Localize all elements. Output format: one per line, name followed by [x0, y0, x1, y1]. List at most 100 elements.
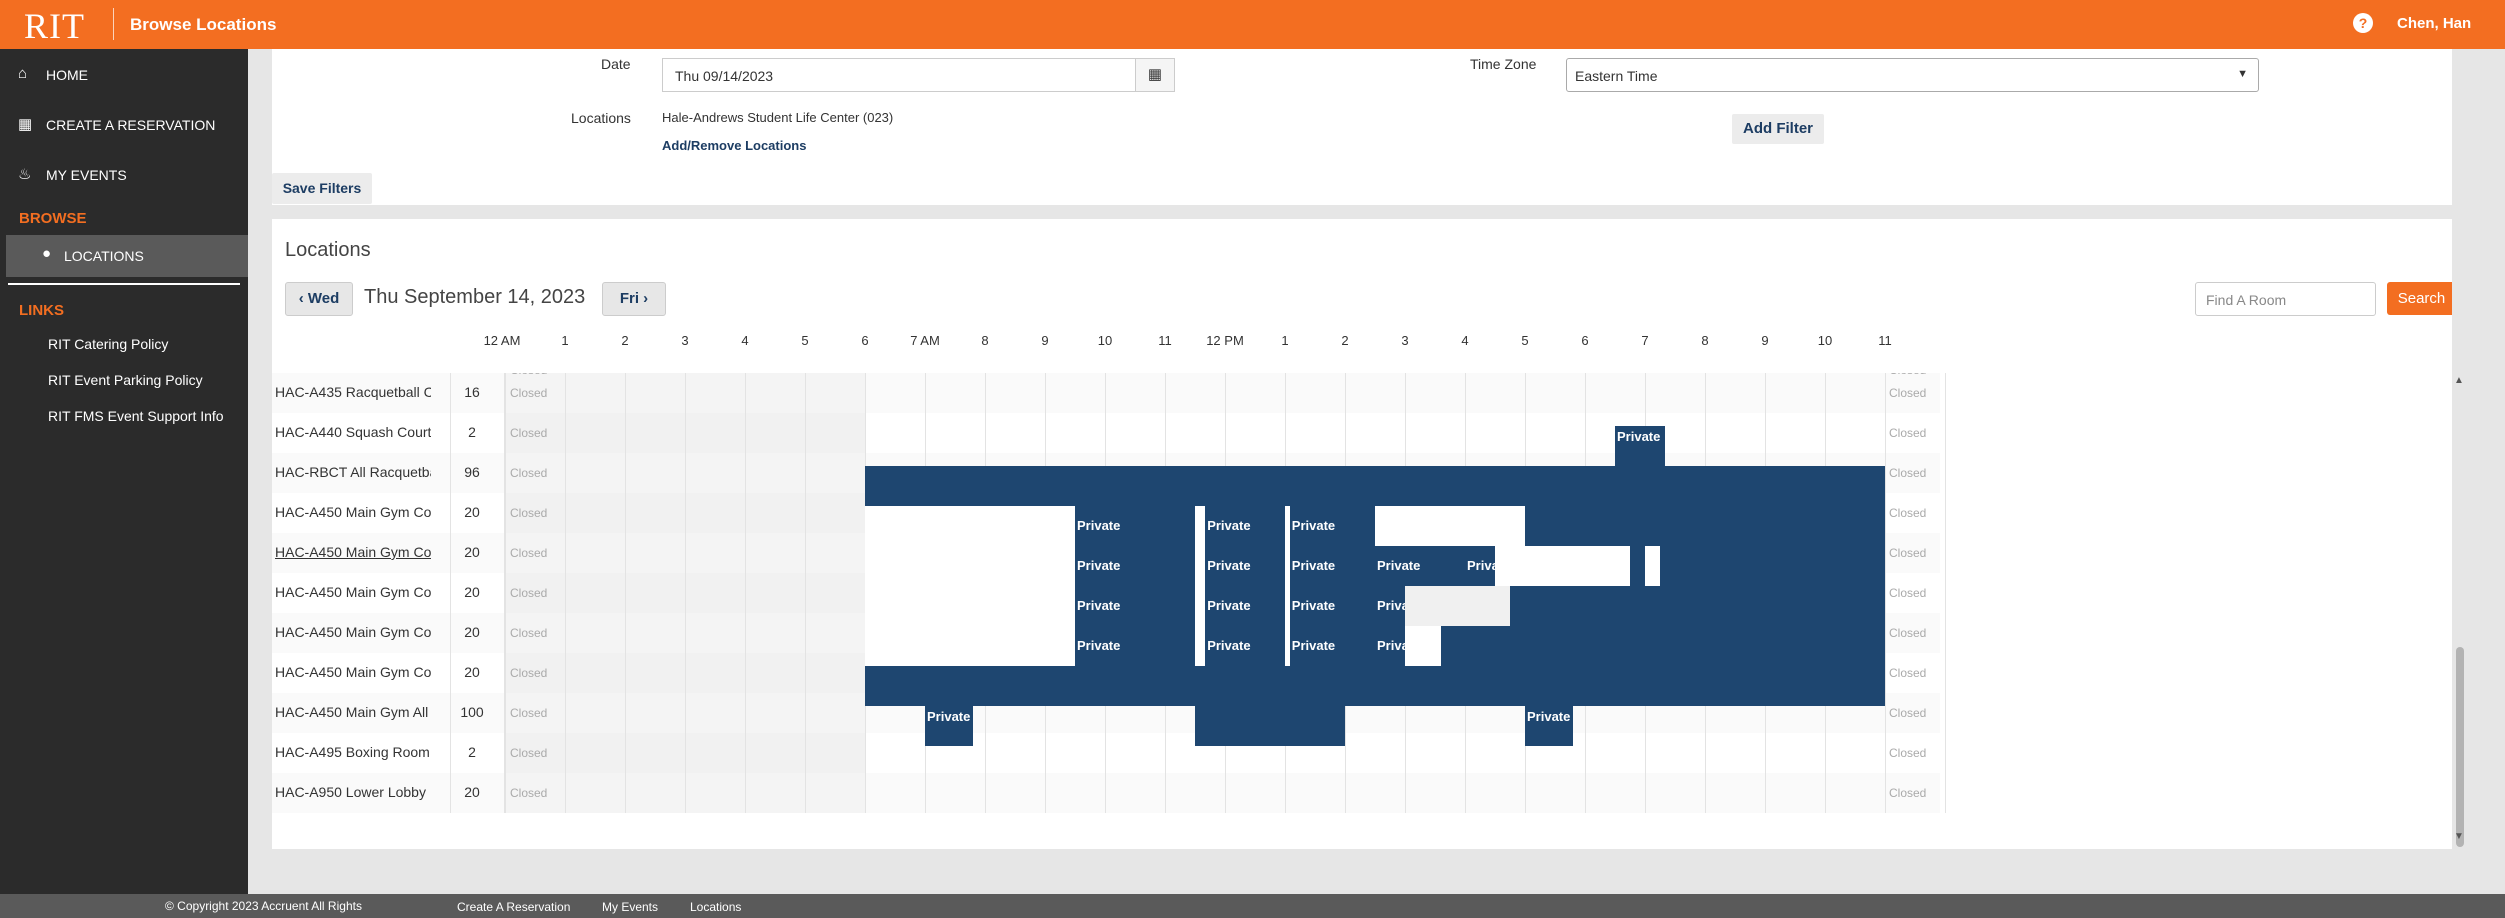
closed-label: Closed: [510, 386, 548, 400]
room-name[interactable]: HAC-A440 Squash Court: [275, 424, 431, 440]
nav-locations[interactable]: ● LOCATIONS: [6, 235, 248, 277]
free-slot[interactable]: [1285, 546, 1290, 586]
nav-home[interactable]: ⌂ HOME: [0, 55, 248, 95]
next-day-button[interactable]: Fri ›: [602, 282, 666, 316]
room-capacity: 20: [464, 784, 480, 800]
room-name[interactable]: HAC-A435 Racquetball Co: [275, 384, 431, 400]
free-slot[interactable]: [865, 586, 1075, 626]
link-parking-policy[interactable]: RIT Event Parking Policy: [48, 372, 203, 388]
hour-label: 12 AM: [483, 333, 521, 348]
user-menu[interactable]: Chen, Han: [2397, 15, 2471, 32]
scroll-up-icon[interactable]: ▲: [2454, 375, 2464, 386]
hour-label: 2: [621, 333, 629, 348]
free-slot[interactable]: [1285, 506, 1290, 546]
home-icon: ⌂: [18, 65, 28, 82]
private-label: Private: [1617, 429, 1661, 444]
private-label: Private: [1207, 558, 1251, 573]
footer-link-events[interactable]: My Events: [602, 900, 658, 914]
save-filters-button[interactable]: Save Filters: [272, 173, 372, 204]
nav-create-reservation[interactable]: ▦ CREATE A RESERVATION: [0, 105, 248, 145]
room-name[interactable]: HAC-A450 Main Gym Cou: [275, 584, 431, 600]
free-slot[interactable]: [1405, 586, 1510, 626]
footer: © Copyright 2023 Accruent All Rights Cre…: [0, 894, 2505, 918]
hour-label: 8: [1701, 333, 1709, 348]
room-name[interactable]: HAC-RBCT All Racquetball: [275, 464, 431, 480]
locations-title: Locations: [285, 239, 371, 261]
free-slot[interactable]: [1615, 546, 1630, 586]
closed-label: Closed: [510, 706, 548, 720]
free-slot[interactable]: [1195, 626, 1206, 666]
find-room-input[interactable]: Find A Room: [2195, 282, 2376, 316]
nav-my-events-label: MY EVENTS: [46, 167, 127, 183]
map-marker-icon: ●: [42, 245, 52, 262]
grid-line: [805, 373, 806, 813]
selected-location: Hale-Andrews Student Life Center (023): [662, 110, 894, 125]
private-label: Private: [1207, 598, 1251, 613]
private-label: Private: [1077, 598, 1121, 613]
closed-label: Closed: [1889, 506, 1927, 520]
private-label: Private: [1377, 638, 1421, 653]
room-capacity: 20: [464, 544, 480, 560]
free-slot[interactable]: [1285, 586, 1290, 626]
hour-label: 10: [1097, 333, 1113, 348]
free-slot[interactable]: [1645, 546, 1660, 586]
free-slot[interactable]: [865, 506, 1075, 546]
timezone-select[interactable]: Eastern Time ▼: [1566, 58, 2259, 92]
free-slot[interactable]: [1195, 586, 1206, 626]
hour-label: 12 PM: [1206, 333, 1244, 348]
booking-block[interactable]: [1195, 706, 1345, 746]
booking-block[interactable]: [865, 666, 1885, 706]
hour-label: 4: [1461, 333, 1469, 348]
scroll-down-icon[interactable]: ▼: [2454, 831, 2464, 842]
link-catering-policy[interactable]: RIT Catering Policy: [48, 336, 168, 352]
free-slot[interactable]: [1525, 546, 1615, 586]
footer-link-create[interactable]: Create A Reservation: [457, 900, 570, 914]
nav-my-events[interactable]: ♨ MY EVENTS: [0, 155, 248, 195]
free-slot[interactable]: [1195, 506, 1206, 546]
question-icon[interactable]: ?: [2353, 13, 2373, 33]
scrollbar-thumb[interactable]: [2456, 647, 2464, 847]
add-filter-button[interactable]: Add Filter: [1732, 114, 1824, 144]
booking-block[interactable]: [865, 466, 1885, 506]
room-name[interactable]: HAC-A495 Boxing Room: [275, 744, 431, 760]
room-capacity: 20: [464, 664, 480, 680]
prev-day-button[interactable]: ‹ Wed: [285, 282, 353, 316]
free-slot[interactable]: [865, 546, 1075, 586]
free-slot[interactable]: [1195, 546, 1206, 586]
timezone-value: Eastern Time: [1575, 68, 1658, 84]
add-remove-locations-link[interactable]: Add/Remove Locations: [662, 138, 806, 153]
closed-label: Closed: [1889, 586, 1927, 600]
room-name[interactable]: HAC-A450 Main Gym All: [275, 704, 431, 720]
private-label: Private: [1377, 558, 1421, 573]
free-slot[interactable]: [865, 626, 1075, 666]
page-title: Browse Locations: [130, 15, 277, 34]
footer-link-locations[interactable]: Locations: [690, 900, 741, 914]
grid-line: [565, 373, 566, 813]
room-capacity: 96: [464, 464, 480, 480]
link-fms-support[interactable]: RIT FMS Event Support Info: [48, 408, 224, 424]
free-slot[interactable]: [1375, 506, 1525, 546]
room-name[interactable]: HAC-A450 Main Gym Cou: [275, 624, 431, 640]
search-button[interactable]: Search: [2387, 282, 2456, 315]
closed-label: Closed: [510, 626, 548, 640]
room-name[interactable]: HAC-A450 Main Gym Cou: [275, 544, 431, 560]
hour-label: 11: [1878, 333, 1892, 348]
room-name[interactable]: HAC-A450 Main Gym Cou: [275, 504, 431, 520]
grid-line: [505, 373, 506, 813]
room-name[interactable]: HAC-A950 Lower Lobby: [275, 784, 431, 800]
room-name[interactable]: HAC-A450 Main Gym Cou: [275, 664, 431, 680]
closed-label: Closed: [1889, 373, 1926, 377]
calendar-icon[interactable]: ▦: [1135, 58, 1175, 92]
hour-label: 2: [1341, 333, 1349, 348]
date-input[interactable]: Thu 09/14/2023: [662, 58, 1137, 92]
closed-label: Closed: [510, 426, 548, 440]
copyright: © Copyright 2023 Accruent All Rights: [165, 899, 362, 913]
closed-label: Closed: [510, 666, 548, 680]
hour-label: 1: [1281, 333, 1289, 348]
free-slot[interactable]: [1285, 626, 1290, 666]
closed-label: Closed: [1889, 466, 1927, 480]
page-scrollbar[interactable]: ▲ ▼: [2452, 49, 2470, 894]
rit-logo[interactable]: RIT: [24, 5, 85, 47]
chevron-left-icon: ‹: [298, 290, 304, 307]
room-capacity: 100: [460, 704, 484, 720]
